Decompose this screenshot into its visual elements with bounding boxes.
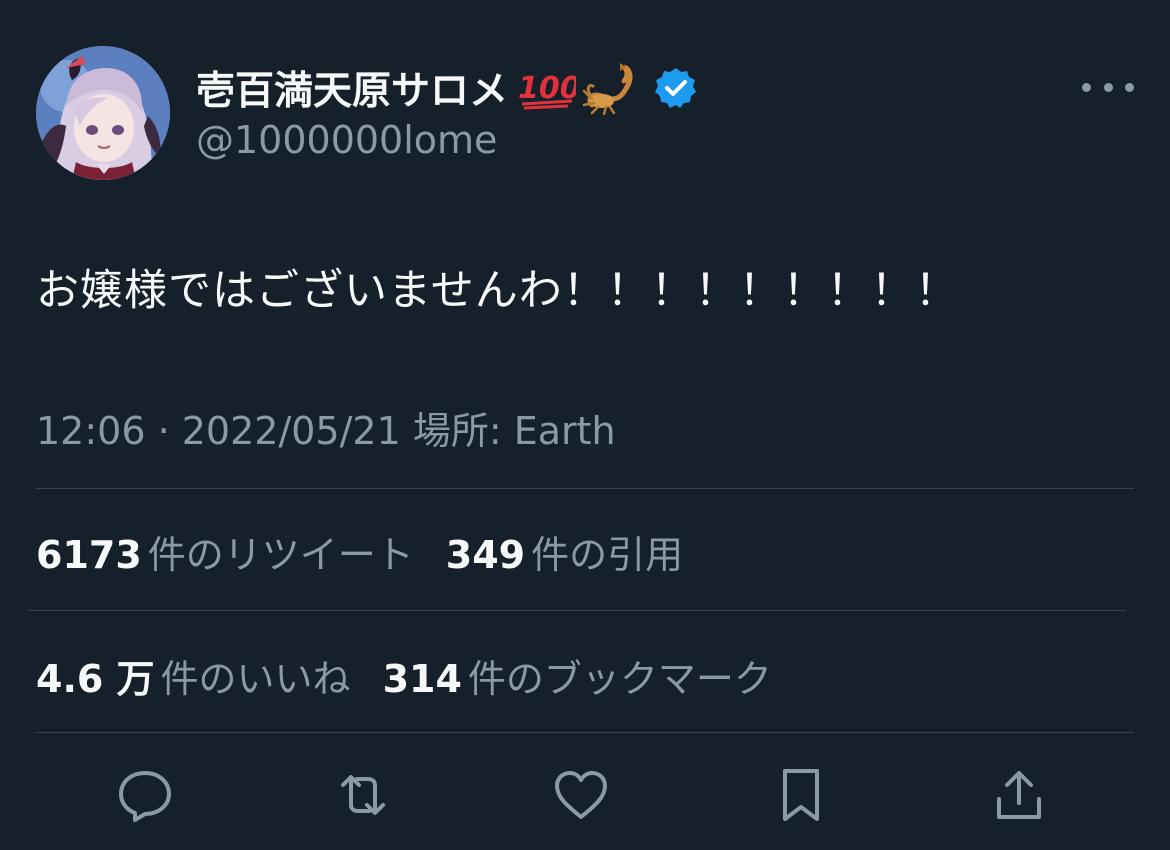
retweets-stat[interactable]: 6173 件のリツイート: [36, 524, 414, 579]
stats-row-likes-bookmarks: 4.6 万件のいいね 314 件のブックマーク: [36, 648, 804, 703]
hundred-points-icon: 100: [518, 66, 581, 110]
retweets-count: 6173: [36, 533, 142, 577]
avatar-image: [36, 46, 170, 180]
more-dot-icon: [1125, 82, 1134, 92]
quotes-count: 349: [445, 533, 526, 577]
bookmarks-count: 314: [382, 657, 462, 701]
bookmark-button[interactable]: [766, 760, 836, 830]
retweet-button[interactable]: [328, 760, 398, 830]
more-dot-icon: [1103, 82, 1113, 92]
avatar[interactable]: [36, 46, 170, 180]
bookmark-icon: [783, 769, 819, 821]
tweet-timestamp-location[interactable]: 12:06 · 2022/05/21 場所: Earth: [36, 400, 616, 455]
reply-button[interactable]: [110, 760, 180, 830]
more-options-button[interactable]: [1082, 72, 1134, 102]
retweet-icon: [341, 775, 385, 815]
bookmarks-label: 件のブックマーク: [467, 657, 772, 701]
likes-stat[interactable]: 4.6 万件のいいね: [36, 648, 351, 703]
share-icon: [997, 771, 1041, 819]
tweet-text: お嬢様ではございませんわ！！！！！！！！！: [36, 266, 959, 316]
scorpion-icon: [582, 61, 642, 116]
reply-icon: [119, 771, 171, 822]
quotes-stat[interactable]: 349 件の引用: [446, 524, 683, 579]
retweets-label: 件のリツイート: [147, 533, 414, 577]
more-dot-icon: [1082, 82, 1091, 92]
likes-count: 4.6 万: [36, 657, 155, 701]
quotes-label: 件の引用: [531, 533, 684, 577]
divider: [36, 488, 1134, 489]
share-button[interactable]: [984, 760, 1054, 830]
verified-badge-icon: [654, 66, 698, 110]
action-bar: [0, 760, 1170, 840]
likes-label: 件のいいね: [160, 657, 351, 701]
display-name[interactable]: 壱百満天原サロメ: [196, 60, 508, 116]
like-icon: [555, 771, 607, 819]
like-button[interactable]: [546, 760, 616, 830]
bookmarks-stat[interactable]: 314 件のブックマーク: [383, 648, 772, 703]
stats-row-retweets-quotes: 6173 件のリツイート 349 件の引用: [36, 524, 715, 579]
divider: [36, 732, 1134, 733]
user-handle[interactable]: @1000000lome: [196, 118, 497, 162]
user-name-row[interactable]: 壱百満天原サロメ 100: [196, 60, 698, 116]
tweet-detail: 壱百満天原サロメ 100 @1000000lome お嬢様ではございませんわ！！…: [0, 0, 1170, 850]
divider: [28, 610, 1126, 611]
